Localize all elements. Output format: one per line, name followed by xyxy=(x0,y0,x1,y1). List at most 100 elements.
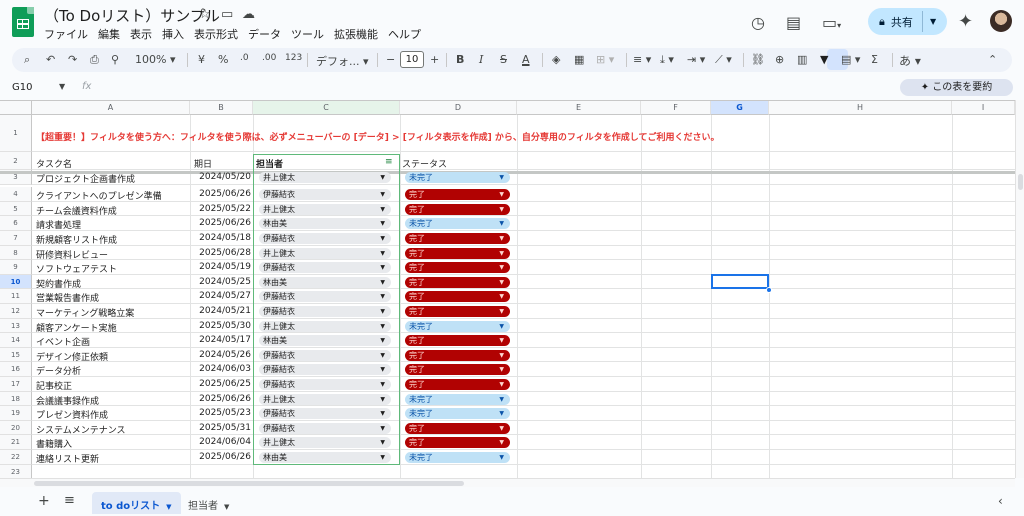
percent-format-button[interactable]: % xyxy=(218,53,228,66)
assignee-chip[interactable]: 林由美 ▼ xyxy=(259,277,391,288)
assignee-chip[interactable]: 井上健太 ▼ xyxy=(259,172,391,183)
due-date-cell[interactable]: 2025/06/28 xyxy=(192,248,251,258)
assignee-chip[interactable]: 井上健太 ▼ xyxy=(259,321,391,332)
dropdown-arrow-icon[interactable]: ▼ xyxy=(499,189,504,200)
dropdown-arrow-icon[interactable]: ▼ xyxy=(380,394,385,405)
sheet-tab-assignee[interactable]: 担当者 ▼ xyxy=(188,497,229,512)
dropdown-arrow-icon[interactable]: ▼ xyxy=(499,437,504,448)
task-name-cell[interactable]: プロジェクト企画書作成 xyxy=(36,172,188,185)
dropdown-arrow-icon[interactable]: ▼ xyxy=(499,379,504,390)
assignee-chip[interactable]: 井上健太 ▼ xyxy=(259,204,391,215)
task-name-cell[interactable]: 顧客アンケート実施 xyxy=(36,321,188,334)
dropdown-arrow-icon[interactable]: ▼ xyxy=(499,350,504,361)
row-header-13[interactable]: 13 xyxy=(0,319,32,333)
chevron-down-icon[interactable]: ▼ xyxy=(930,17,936,26)
header-assignee[interactable]: 担当者 xyxy=(256,157,283,170)
task-name-cell[interactable]: 会議議事録作成 xyxy=(36,394,188,407)
horizontal-align-icon[interactable]: ≡ ▾ xyxy=(633,53,651,66)
dropdown-arrow-icon[interactable]: ▼ xyxy=(380,262,385,273)
status-chip[interactable]: 未完了 ▼ xyxy=(405,408,510,419)
menu-item[interactable]: 表示 xyxy=(130,26,158,42)
menu-item[interactable]: データ xyxy=(248,26,287,42)
due-date-cell[interactable]: 2024/05/20 xyxy=(192,172,251,182)
status-chip[interactable]: 未完了 ▼ xyxy=(405,218,510,229)
bold-icon[interactable]: B xyxy=(456,53,464,66)
vertical-align-icon[interactable]: ⤓ ▾ xyxy=(660,53,674,67)
row-header-10[interactable]: 10 xyxy=(0,275,32,289)
functions-icon[interactable]: Σ xyxy=(871,53,878,66)
column-header-c[interactable]: C xyxy=(253,101,400,115)
chevron-down-icon[interactable]: ▼ xyxy=(166,503,171,511)
status-chip[interactable]: 完了 ▼ xyxy=(405,233,510,244)
assignee-chip[interactable]: 伊藤結衣 ▼ xyxy=(259,423,391,434)
text-color-icon[interactable]: A xyxy=(522,53,530,66)
add-sheet-icon[interactable]: + xyxy=(38,493,50,509)
assignee-chip[interactable]: 林由美 ▼ xyxy=(259,335,391,346)
row-header-22[interactable]: 22 xyxy=(0,450,32,465)
filter-icon[interactable]: ▼ xyxy=(820,53,828,66)
due-date-cell[interactable]: 2024/06/03 xyxy=(192,364,251,374)
dropdown-arrow-icon[interactable]: ▼ xyxy=(380,437,385,448)
star-icon[interactable]: ☆ xyxy=(199,7,211,22)
row-header-15[interactable]: 15 xyxy=(0,348,32,362)
task-name-cell[interactable]: システムメンテナンス xyxy=(36,423,188,436)
row-header-6[interactable]: 6 xyxy=(0,216,32,231)
row-header-2[interactable]: 2 xyxy=(0,152,32,170)
task-name-cell[interactable]: ソフトウェアテスト xyxy=(36,262,188,275)
dropdown-arrow-icon[interactable]: ▼ xyxy=(499,204,504,215)
decrease-decimal-button[interactable]: .0 xyxy=(240,53,249,63)
notice-banner[interactable]: 【超重要！】フィルタを使う方へ：フィルタを使う際は、必ずメニューバーの [データ… xyxy=(36,130,719,143)
due-date-cell[interactable]: 2024/05/27 xyxy=(192,291,251,301)
task-name-cell[interactable]: 書籍購入 xyxy=(36,437,188,450)
dropdown-arrow-icon[interactable]: ▼ xyxy=(499,248,504,259)
task-name-cell[interactable]: マーケティング戦略立案 xyxy=(36,306,188,319)
row-header-18[interactable]: 18 xyxy=(0,392,32,406)
dropdown-arrow-icon[interactable]: ▼ xyxy=(499,306,504,317)
share-button[interactable]: 🔒︎ 共有 ▼ xyxy=(868,8,947,35)
due-date-cell[interactable]: 2025/05/23 xyxy=(192,408,251,418)
dropdown-arrow-icon[interactable]: ▼ xyxy=(499,233,504,244)
dropdown-arrow-icon[interactable]: ▼ xyxy=(380,452,385,463)
row-header-21[interactable]: 21 xyxy=(0,435,32,450)
sheet-grid[interactable]: ABCDEFGHI 1 2 3 4 5 6 7 8 9 10 11 12 13 14 15 16 17 18 19 2… xyxy=(0,100,1015,478)
row-header-14[interactable]: 14 xyxy=(0,333,32,348)
assignee-chip[interactable]: 伊藤結衣 ▼ xyxy=(259,350,391,361)
row-header-7[interactable]: 7 xyxy=(0,231,32,246)
move-folder-icon[interactable]: ▭ xyxy=(221,7,233,22)
row-header-4[interactable]: 4 xyxy=(0,187,32,202)
fill-color-icon[interactable]: ◈ xyxy=(552,53,560,66)
due-date-cell[interactable]: 2025/06/26 xyxy=(192,452,251,462)
due-date-cell[interactable]: 2025/06/25 xyxy=(192,379,251,389)
due-date-cell[interactable]: 2025/06/26 xyxy=(192,218,251,228)
dropdown-arrow-icon[interactable]: ▼ xyxy=(380,233,385,244)
row-header-12[interactable]: 12 xyxy=(0,304,32,319)
status-chip[interactable]: 完了 ▼ xyxy=(405,189,510,200)
dropdown-arrow-icon[interactable]: ▼ xyxy=(380,277,385,288)
task-name-cell[interactable]: 連絡リスト更新 xyxy=(36,452,188,465)
menu-item[interactable]: 表示形式 xyxy=(194,26,244,42)
header-status[interactable]: ステータス xyxy=(402,157,447,170)
row-header-8[interactable]: 8 xyxy=(0,246,32,260)
assignee-chip[interactable]: 井上健太 ▼ xyxy=(259,248,391,259)
assignee-chip[interactable]: 井上健太 ▼ xyxy=(259,437,391,448)
status-chip[interactable]: 完了 ▼ xyxy=(405,306,510,317)
status-chip[interactable]: 完了 ▼ xyxy=(405,335,510,346)
select-all-corner[interactable] xyxy=(0,101,32,115)
insert-comment-icon[interactable]: ⊕ xyxy=(775,53,784,66)
dropdown-arrow-icon[interactable]: ▼ xyxy=(380,204,385,215)
assignee-chip[interactable]: 伊藤結衣 ▼ xyxy=(259,408,391,419)
font-size-increase-button[interactable]: + xyxy=(430,53,439,66)
due-date-cell[interactable]: 2024/05/25 xyxy=(192,277,251,287)
column-filter-icon[interactable]: ≡ xyxy=(385,157,393,167)
due-date-cell[interactable]: 2024/05/19 xyxy=(192,262,251,272)
cloud-status-icon[interactable]: ☁ xyxy=(242,7,255,22)
task-name-cell[interactable]: イベント企画 xyxy=(36,335,188,348)
dropdown-arrow-icon[interactable]: ▼ xyxy=(499,423,504,434)
all-sheets-icon[interactable]: ≡ xyxy=(64,493,75,508)
header-date[interactable]: 期日 xyxy=(194,157,212,170)
status-chip[interactable]: 完了 ▼ xyxy=(405,262,510,273)
due-date-cell[interactable]: 2024/05/26 xyxy=(192,350,251,360)
row-header-5[interactable]: 5 xyxy=(0,202,32,216)
dropdown-arrow-icon[interactable]: ▼ xyxy=(380,248,385,259)
insert-link-icon[interactable]: ⛓ xyxy=(751,53,765,66)
